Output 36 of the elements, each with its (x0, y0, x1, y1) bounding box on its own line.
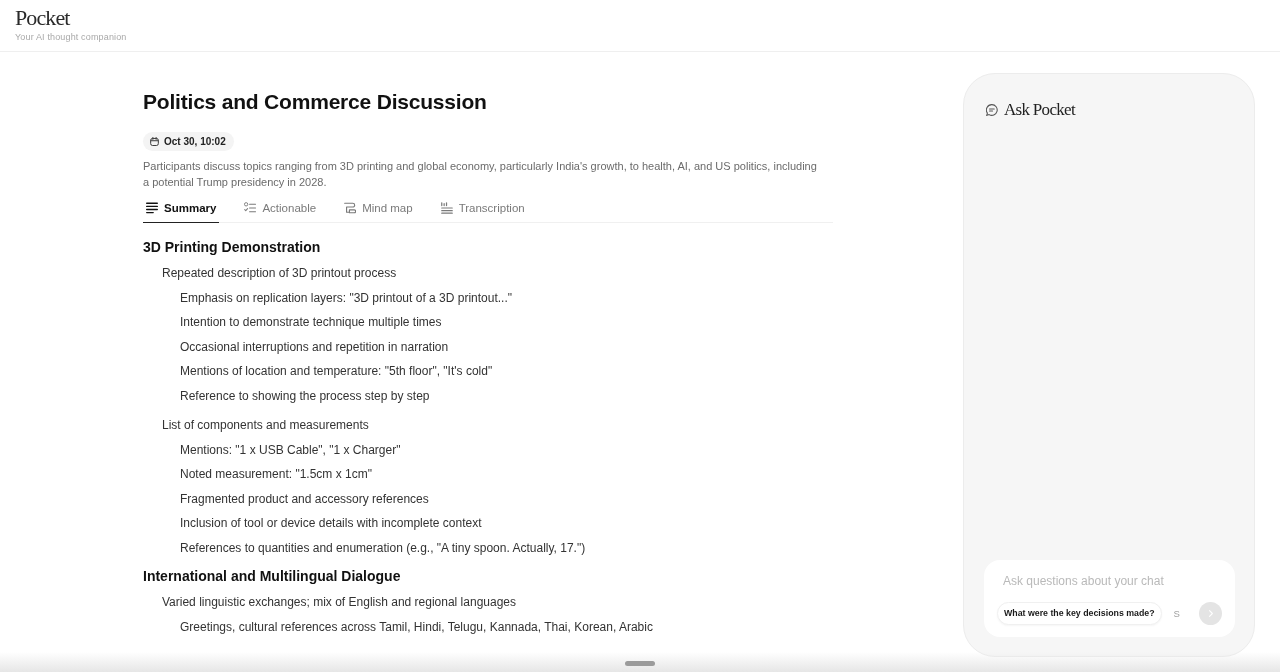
chat-input[interactable]: Ask questions about your chat (997, 571, 1222, 591)
panel-title: Ask Pocket (1004, 100, 1075, 120)
summary-detail: Mentions: "1 x USB Cable", "1 x Charger" (179, 441, 402, 459)
tab[interactable]: Transcription (437, 200, 528, 223)
note-description: Participants discuss topics ranging from 3D printing and global economy, particularly India's growth, to health, AI, and US politics, including a potential Trump presidency in 2028. (143, 159, 818, 190)
summary-point: Repeated description of 3D printout process (161, 265, 398, 282)
summary-detail: Occasional interruptions and repetition in narration (179, 338, 450, 356)
summary-detail: Intention to demonstrate technique multiple times (179, 314, 443, 331)
lines-icon (146, 202, 158, 214)
section-heading: International and Multilingual Dialogue (143, 567, 402, 586)
date-text: Oct 30, 10:02 (164, 136, 226, 147)
tab[interactable]: Summary (143, 200, 220, 223)
calendar-icon (150, 137, 159, 146)
app-tagline: Your AI thought companion (15, 32, 127, 43)
section-heading: 3D Printing Demonstration (143, 238, 322, 257)
summary-detail: Greetings, cultural references across Tamil, Hindi, Telugu, Kannada, Thai, Korean, Arabic (179, 618, 654, 636)
summary-point: List of components and measurements (161, 417, 370, 434)
tab[interactable]: Actionable (241, 200, 320, 223)
checklist-icon (244, 202, 257, 214)
summary-detail: Reference to showing the process step by step (179, 387, 431, 405)
transcript-icon (440, 202, 453, 214)
app-logo: Pocket (15, 5, 70, 31)
branch-icon (344, 202, 357, 214)
chat-bubble-icon (986, 104, 998, 116)
summary-detail: Emphasis on replication layers: "3D printout of a 3D printout..." (179, 289, 513, 307)
summary-detail: Fragmented product and accessory references (179, 490, 430, 508)
drag-handle[interactable] (625, 660, 655, 666)
suggestion-chip[interactable]: What were the key decisions made? (997, 601, 1162, 625)
send-button[interactable] (1199, 601, 1222, 625)
summary-point: Varied linguistic exchanges; mix of English and regional languages (161, 594, 517, 611)
tab[interactable]: Mind map (341, 200, 416, 223)
summary-detail: References to quantities and enumeration (e.g., "A tiny spoon. Actually, 17.") (179, 539, 587, 557)
note-title: Politics and Commerce Discussion (143, 89, 488, 115)
summary-detail: Mentions of location and temperature: "5th floor", "It's cold" (179, 363, 494, 380)
summary-detail: Noted measurement: "1.5cm x 1cm" (179, 466, 373, 483)
summary-detail: Inclusion of tool or device details with incomplete context (179, 515, 483, 532)
